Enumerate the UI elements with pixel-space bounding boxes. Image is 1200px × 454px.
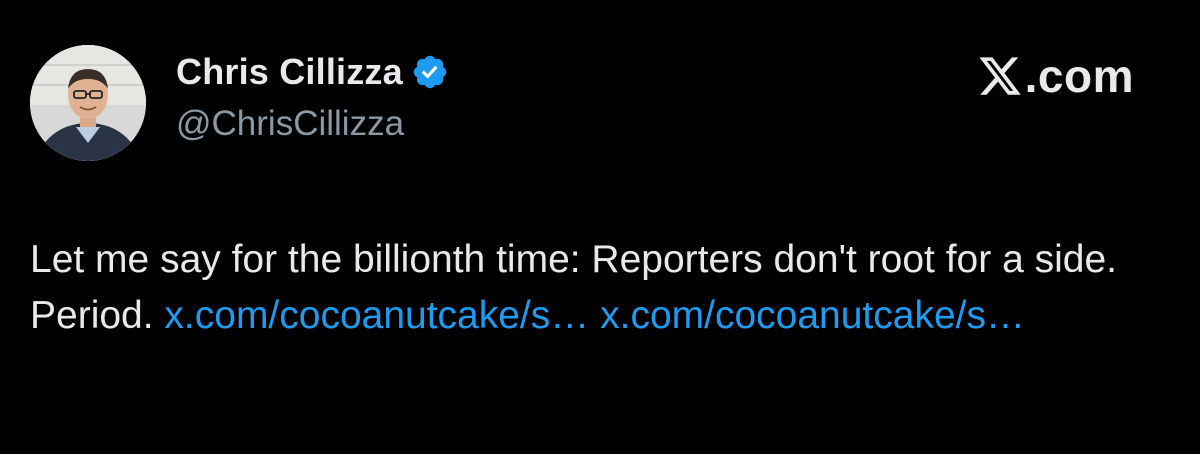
author-handle[interactable]: @ChrisCillizza [176, 104, 404, 144]
author-display-name[interactable]: Chris Cillizza [176, 51, 403, 93]
verified-badge-icon [411, 53, 449, 91]
author-name-row: Chris Cillizza [176, 50, 449, 94]
x-logo-icon [977, 53, 1023, 99]
profile-photo [30, 45, 146, 161]
tweet-card: Chris Cillizza @ChrisCillizza .com Let m… [0, 0, 1200, 454]
tweet-link-2[interactable]: x.com/cocoanutcake/s… [600, 294, 1025, 337]
brand-watermark: .com [977, 48, 1134, 104]
tweet-link-1[interactable]: x.com/cocoanutcake/s… [164, 294, 589, 337]
tweet-body: Let me say for the billionth time: Repor… [30, 232, 1170, 344]
avatar[interactable] [30, 45, 146, 161]
brand-domain-text: .com [1024, 50, 1134, 102]
